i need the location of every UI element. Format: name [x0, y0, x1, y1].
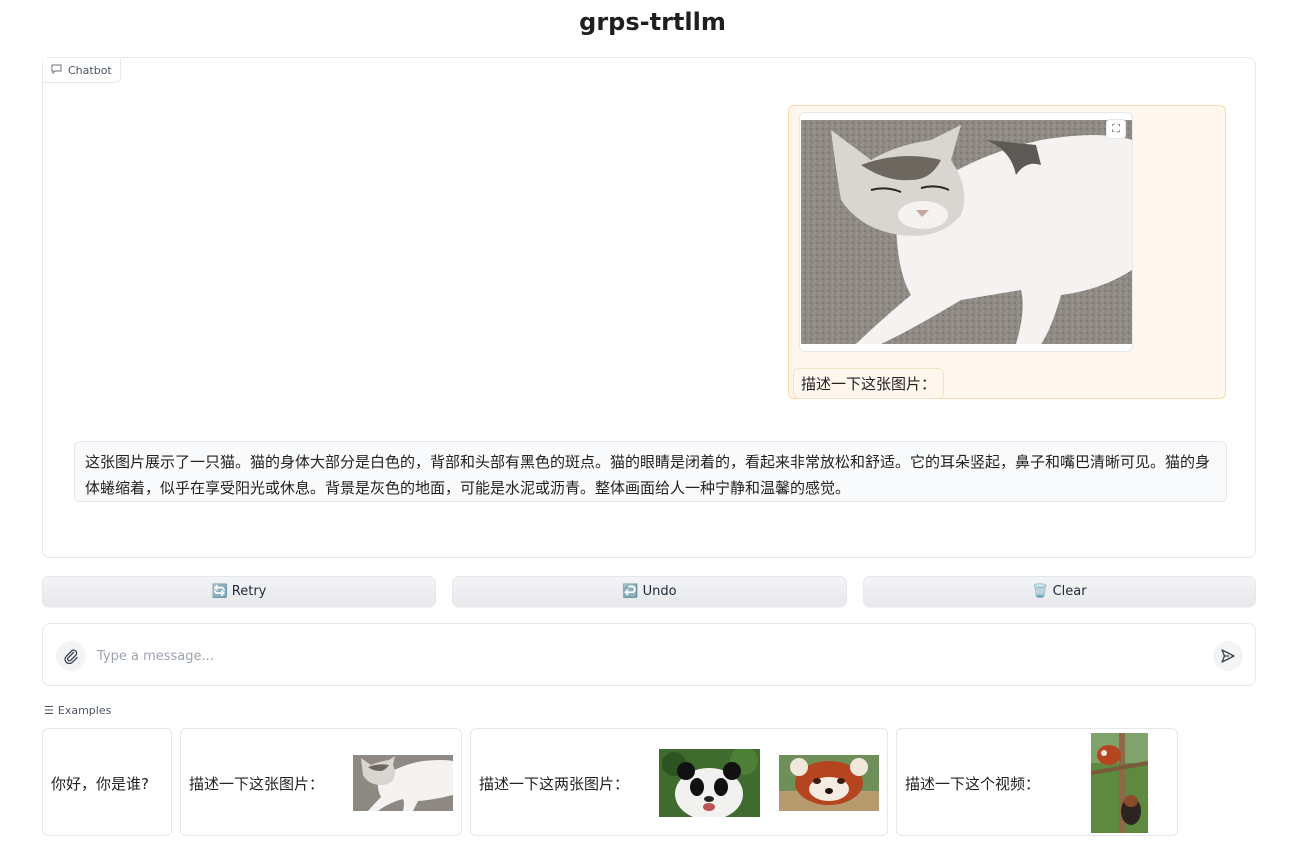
list-icon: ☰	[44, 704, 54, 717]
example-card[interactable]: 描述一下这张图片：	[180, 728, 462, 836]
example-card[interactable]: 描述一下这个视频：	[896, 728, 1178, 836]
panda-thumbnail	[659, 749, 760, 817]
example-card[interactable]: 描述一下这两张图片：	[470, 728, 888, 836]
cat-image	[801, 120, 1132, 344]
undo-icon: ↩️	[622, 584, 639, 599]
bot-message: 这张图片展示了一只猫。猫的身体大部分是白色的，背部和头部有黑色的斑点。猫的眼睛是…	[74, 441, 1227, 502]
chatbot-panel: Chatbot ⛶ 描述一下这张图片： 这张图片展示了一只猫。猫的身体大部分是白…	[42, 57, 1256, 558]
undo-button[interactable]: ↩️ Undo	[452, 576, 847, 607]
video-thumbnail	[1091, 733, 1148, 833]
examples-label: ☰ Examples	[44, 704, 112, 717]
chat-bubble-icon	[51, 64, 62, 77]
message-input-box	[42, 623, 1256, 686]
action-buttons: 🔄 Retry ↩️ Undo 🗑️ Clear	[42, 576, 1256, 607]
message-input[interactable]	[95, 645, 1199, 667]
retry-icon: 🔄	[211, 584, 228, 599]
example-text: 描述一下这个视频：	[905, 775, 1041, 793]
example-text: 描述一下这两张图片：	[479, 775, 630, 793]
example-text: 你好，你是谁?	[51, 775, 149, 793]
cat-thumbnail	[353, 755, 453, 811]
user-image-frame[interactable]: ⛶	[799, 112, 1133, 352]
trash-icon: 🗑️	[1032, 584, 1049, 599]
user-message-text: 描述一下这张图片：	[793, 368, 945, 399]
expand-icon[interactable]: ⛶	[1106, 119, 1126, 139]
send-icon[interactable]	[1213, 641, 1243, 671]
chatbot-label-text: Chatbot	[68, 63, 112, 77]
page-title: grps-trtllm	[579, 8, 726, 36]
example-card[interactable]: 你好，你是谁?	[42, 728, 172, 836]
paperclip-icon[interactable]	[56, 641, 86, 671]
chatbot-label: Chatbot	[43, 58, 121, 83]
red-panda-thumbnail	[779, 755, 879, 811]
user-message: ⛶ 描述一下这张图片：	[788, 105, 1226, 399]
clear-button[interactable]: 🗑️ Clear	[863, 576, 1256, 607]
retry-button[interactable]: 🔄 Retry	[42, 576, 436, 607]
example-text: 描述一下这张图片：	[189, 775, 325, 793]
